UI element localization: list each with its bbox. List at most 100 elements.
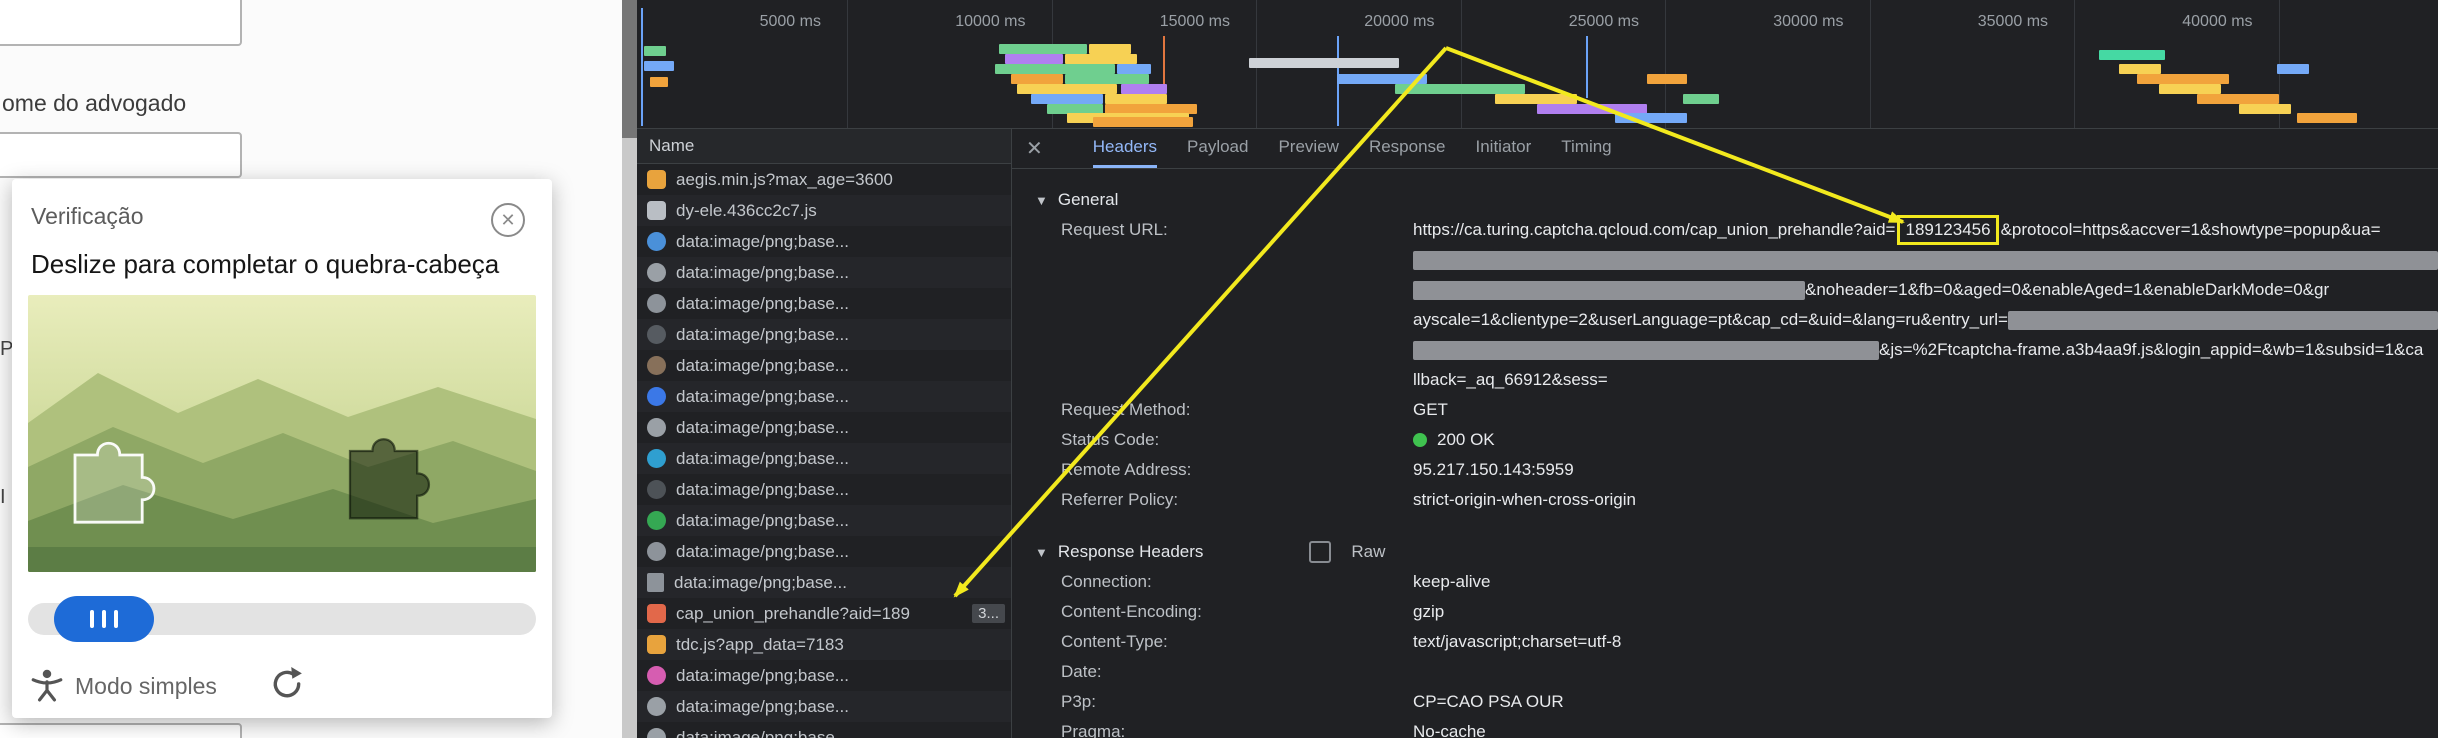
network-request-row[interactable]: data:image/png;base... bbox=[637, 567, 1011, 598]
waterfall-bar bbox=[1683, 94, 1719, 104]
image-data-icon bbox=[647, 480, 666, 499]
referrer-policy-label: Referrer Policy: bbox=[1061, 485, 1413, 515]
request-method-label: Request Method: bbox=[1061, 395, 1413, 425]
network-request-row[interactable]: data:image/png;base... bbox=[637, 505, 1011, 536]
image-data-icon bbox=[647, 418, 666, 437]
page-scrollbar-thumb[interactable] bbox=[622, 0, 637, 138]
network-request-row[interactable]: data:image/png;base... bbox=[637, 474, 1011, 505]
waterfall-bar bbox=[1249, 58, 1399, 68]
content-type-value: text/javascript;charset=utf-8 bbox=[1413, 627, 2438, 657]
request-url-line bbox=[1413, 245, 2438, 275]
status-code-row: Status Code:200 OK bbox=[1035, 425, 2438, 455]
close-icon[interactable]: ✕ bbox=[491, 203, 525, 237]
request-url-line: https://ca.turing.captcha.qcloud.com/cap… bbox=[1413, 215, 2438, 245]
request-url-label: Request URL: bbox=[1061, 215, 1413, 245]
timeline-event-line bbox=[641, 8, 643, 126]
waterfall-bar bbox=[1615, 113, 1687, 123]
network-request-row[interactable]: tdc.js?app_data=7183 bbox=[637, 629, 1011, 660]
captcha-slider-thumb[interactable] bbox=[54, 596, 154, 642]
network-request-row[interactable]: aegis.min.js?max_age=3600 bbox=[637, 164, 1011, 195]
puzzle-piece-dark bbox=[350, 439, 429, 518]
general-section-title: General bbox=[1058, 190, 1118, 210]
script-file-icon bbox=[647, 604, 666, 623]
tab-initiator[interactable]: Initiator bbox=[1476, 129, 1532, 168]
general-section-toggle[interactable]: ▼ General bbox=[1035, 185, 2438, 215]
referrer-policy-row: Referrer Policy:strict-origin-when-cross… bbox=[1035, 485, 2438, 515]
network-request-row[interactable]: data:image/png;base... bbox=[637, 536, 1011, 567]
timeline-ruler-label: 5000 ms bbox=[760, 13, 847, 31]
network-request-row[interactable]: cap_union_prehandle?aid=1893... bbox=[637, 598, 1011, 629]
redacted-bar bbox=[2008, 311, 2438, 330]
image-data-icon bbox=[647, 356, 666, 375]
network-request-row[interactable]: dy-ele.436cc2c7.js bbox=[637, 195, 1011, 226]
waterfall-bar bbox=[1089, 44, 1131, 54]
url-text: &protocol=https&accver=1&showtype=popup&… bbox=[2001, 215, 2381, 245]
waterfall-bar bbox=[1647, 74, 1687, 84]
raw-checkbox[interactable] bbox=[1309, 541, 1331, 563]
url-text: llback=_aq_66912&sess= bbox=[1413, 365, 1608, 395]
tab-preview[interactable]: Preview bbox=[1278, 129, 1338, 168]
accessibility-icon[interactable] bbox=[29, 666, 65, 702]
tab-timing[interactable]: Timing bbox=[1561, 129, 1611, 168]
network-request-row[interactable]: data:image/png;base... bbox=[637, 443, 1011, 474]
response-headers-section-toggle[interactable]: ▼ Response Headers Raw bbox=[1035, 537, 2438, 567]
network-request-row[interactable]: data:image/png;base... bbox=[637, 381, 1011, 412]
form-input-middle[interactable] bbox=[0, 132, 242, 178]
network-request-row[interactable]: data:image/png;base... bbox=[637, 691, 1011, 722]
form-field-label: ome do advogado bbox=[2, 90, 186, 117]
redacted-bar bbox=[1413, 341, 1879, 360]
form-input-bottom[interactable] bbox=[0, 723, 242, 738]
waterfall-bar bbox=[1395, 84, 1525, 94]
timeline-ruler-label: 35000 ms bbox=[1978, 13, 2074, 31]
network-request-row[interactable]: data:image/png;base... bbox=[637, 350, 1011, 381]
waterfall-bar bbox=[2119, 64, 2161, 74]
network-request-row[interactable]: data:image/png;base... bbox=[637, 722, 1011, 738]
image-data-icon bbox=[647, 294, 666, 313]
status-code-label: Status Code: bbox=[1061, 425, 1413, 455]
refresh-icon[interactable] bbox=[270, 667, 304, 701]
request-name: data:image/png;base... bbox=[676, 697, 849, 717]
network-request-row[interactable]: data:image/png;base... bbox=[637, 226, 1011, 257]
content-type-label: Content-Type: bbox=[1061, 627, 1413, 657]
network-request-row[interactable]: data:image/png;base... bbox=[637, 319, 1011, 350]
waterfall-bar bbox=[995, 64, 1115, 74]
network-request-row[interactable]: data:image/png;base... bbox=[637, 257, 1011, 288]
waterfall-bar bbox=[999, 44, 1087, 54]
name-column-header[interactable]: Name bbox=[637, 129, 1011, 164]
pragma-label: Pragma: bbox=[1061, 717, 1413, 738]
request-name: data:image/png;base... bbox=[676, 325, 849, 345]
puzzle-landscape bbox=[28, 295, 536, 572]
image-file-icon bbox=[647, 573, 664, 592]
timeline-gridline bbox=[847, 0, 848, 128]
waterfall-bar bbox=[1011, 74, 1063, 84]
redacted-bar bbox=[1413, 281, 1805, 300]
waterfall-bar bbox=[1065, 74, 1149, 84]
request-url-line: &js=%2Ftcaptcha-frame.a3b4aa9f.js&login_… bbox=[1413, 335, 2438, 365]
request-name: tdc.js?app_data=7183 bbox=[676, 635, 844, 655]
network-request-row[interactable]: data:image/png;base... bbox=[637, 412, 1011, 443]
image-data-icon bbox=[647, 263, 666, 282]
date-row: Date: bbox=[1035, 657, 2438, 687]
waterfall-bar bbox=[650, 77, 668, 87]
form-input-top[interactable] bbox=[0, 0, 242, 46]
captcha-instruction: Deslize para completar o quebra-cabeça bbox=[31, 249, 499, 280]
network-request-row[interactable]: data:image/png;base... bbox=[637, 288, 1011, 319]
content-type-row: Content-Type:text/javascript;charset=utf… bbox=[1035, 627, 2438, 657]
tab-headers[interactable]: Headers bbox=[1093, 129, 1157, 168]
tab-response[interactable]: Response bbox=[1369, 129, 1446, 168]
script-file-icon bbox=[647, 635, 666, 654]
close-details-icon[interactable]: ✕ bbox=[1026, 136, 1043, 161]
network-request-row[interactable]: data:image/png;base... bbox=[637, 660, 1011, 691]
simple-mode-link[interactable]: Modo simples bbox=[75, 673, 217, 700]
waterfall-bar bbox=[2297, 113, 2357, 123]
date-label: Date: bbox=[1061, 657, 1413, 687]
page-scrollbar[interactable] bbox=[622, 0, 637, 738]
page-text-fragment: I bbox=[0, 486, 12, 509]
request-name: data:image/png;base... bbox=[676, 294, 849, 314]
connection-row: Connection:keep-alive bbox=[1035, 567, 2438, 597]
network-overview-timeline[interactable]: 5000 ms10000 ms15000 ms20000 ms25000 ms3… bbox=[637, 0, 2438, 129]
pragma-value: No-cache bbox=[1413, 717, 2438, 738]
general-fields: Request URL:https://ca.turing.captcha.qc… bbox=[1035, 215, 2438, 515]
tab-payload[interactable]: Payload bbox=[1187, 129, 1248, 168]
waterfall-bar bbox=[1117, 64, 1151, 74]
